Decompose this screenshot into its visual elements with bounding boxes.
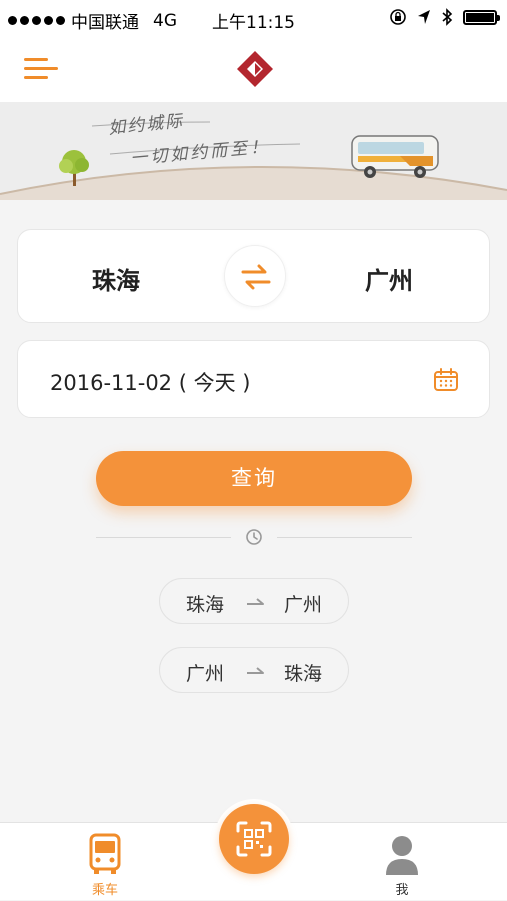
bus-icon [89, 833, 121, 874]
bluetooth-icon [442, 8, 453, 26]
scan-button-inner [219, 804, 289, 874]
date-picker[interactable]: 2016-11-02 ( 今天 ) [17, 340, 490, 418]
divider-line-right [277, 537, 412, 538]
status-bar: 中国联通 4G 上午11:15 [0, 0, 507, 36]
battery-icon [463, 9, 500, 25]
location-arrow-icon [418, 10, 430, 24]
history-to-city: 珠海 [283, 663, 322, 685]
divider-line-left [96, 537, 231, 538]
carrier-name: 中国联通 [71, 13, 139, 33]
history-route-item[interactable]: 广州 珠海 [159, 647, 349, 693]
brand-logo-icon [237, 51, 273, 87]
user-profile-icon [386, 836, 418, 875]
travel-date: 2016-11-02 ( 今天 ) [50, 371, 251, 395]
hamburger-menu-icon[interactable] [24, 54, 60, 84]
tab-me-label: 我 [395, 883, 409, 898]
history-from-city: 广州 [186, 663, 225, 685]
nav-bar [0, 36, 507, 102]
tab-me[interactable]: 我 [362, 823, 442, 901]
tab-ride-label: 乘车 [91, 883, 118, 898]
right-arrow-icon [247, 598, 264, 605]
clock-icon [246, 529, 262, 545]
calendar-icon [434, 368, 458, 391]
query-button[interactable]: 查询 [96, 451, 412, 506]
scan-qr-button[interactable] [214, 799, 294, 879]
route-card: 珠海 广州 [17, 229, 490, 323]
history-from-city: 珠海 [186, 594, 225, 616]
swap-arrows-icon [241, 264, 271, 290]
history-route-item[interactable]: 珠海 广州 [159, 578, 349, 624]
qr-scan-icon [236, 821, 272, 857]
network-type: 4G [153, 10, 177, 31]
bus-icon [351, 135, 439, 178]
status-left: 中国联通 4G [8, 8, 177, 33]
history-divider [96, 527, 412, 547]
swap-cities-button[interactable] [224, 245, 286, 307]
orientation-lock-icon [390, 9, 406, 25]
right-arrow-icon [247, 667, 264, 674]
status-right [389, 8, 500, 26]
history-to-city: 广州 [283, 594, 322, 616]
arrival-city[interactable]: 广州 [365, 261, 413, 296]
banner: 如约城际 一切如约而至！ [0, 102, 507, 200]
departure-city[interactable]: 珠海 [92, 261, 140, 296]
signal-strength-icon [8, 16, 65, 25]
tab-ride[interactable]: 乘车 [65, 823, 145, 901]
